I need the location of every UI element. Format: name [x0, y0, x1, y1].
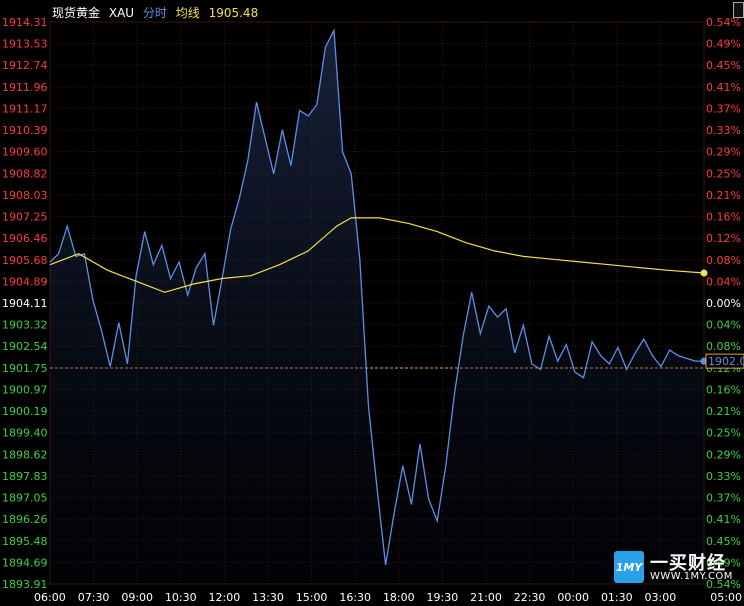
- left-tick-label: 1898.62: [2, 448, 48, 461]
- x-tick-label: 13:30: [252, 591, 284, 604]
- right-tick-label: 0.33%: [706, 470, 741, 483]
- left-tick-label: 1899.40: [2, 427, 48, 440]
- x-tick-label: 09:00: [121, 591, 153, 604]
- x-tick-label: 03:00: [645, 591, 677, 604]
- right-tick-label: 0.08%: [706, 254, 741, 267]
- left-tick-label: 1914.31: [2, 16, 48, 29]
- right-tick-label: 0.29%: [706, 448, 741, 461]
- avg-label: 均线: [175, 6, 200, 20]
- right-tick-label: 0.21%: [706, 189, 741, 202]
- right-tick-label: 0.49%: [706, 38, 741, 51]
- left-tick-label: 1906.46: [2, 232, 48, 245]
- left-tick-label: 1895.48: [2, 535, 48, 548]
- x-tick-label: 10:30: [165, 591, 197, 604]
- left-tick-label: 1908.82: [2, 167, 48, 180]
- right-tick-label: 0.04%: [706, 319, 741, 332]
- logo-url-text: WWW.1MY.COM: [650, 571, 733, 582]
- x-tick-label: 12:00: [209, 591, 241, 604]
- right-tick-label: 0.33%: [706, 124, 741, 137]
- last-price-tag: 1902.0: [708, 355, 744, 368]
- left-tick-label: 1902.54: [2, 340, 48, 353]
- left-tick-label: 1913.53: [2, 38, 48, 51]
- left-tick-label: 1900.97: [2, 383, 48, 396]
- left-tick-label: 1901.75: [2, 362, 48, 375]
- right-tick-label: 0.21%: [706, 405, 741, 418]
- right-tick-label: 0.37%: [706, 492, 741, 505]
- right-tick-label: 0.25%: [706, 427, 741, 440]
- chart-header: 现货黄金 XAU 分时 均线 1905.48: [52, 4, 263, 21]
- right-tick-label: 0.08%: [706, 340, 741, 353]
- x-tick-label: 00:00: [557, 591, 589, 604]
- x-tick-label: 06:00: [34, 591, 66, 604]
- left-tick-label: 1903.32: [2, 319, 48, 332]
- left-tick-label: 1904.11: [2, 297, 48, 310]
- left-tick-label: 1910.39: [2, 124, 48, 137]
- right-tick-label: 0.16%: [706, 383, 741, 396]
- left-tick-label: 1897.05: [2, 492, 48, 505]
- right-tick-label: 0.45%: [706, 59, 741, 72]
- left-tick-label: 1911.17: [2, 102, 48, 115]
- x-tick-label: 01:30: [601, 591, 633, 604]
- left-tick-label: 1893.91: [2, 578, 48, 591]
- left-tick-label: 1896.26: [2, 513, 48, 526]
- mode-label[interactable]: 分时: [143, 6, 167, 20]
- left-tick-label: 1894.69: [2, 556, 48, 569]
- left-tick-label: 1905.68: [2, 254, 48, 267]
- right-tick-label: 0.12%: [706, 232, 741, 245]
- x-tick-label: 22:30: [514, 591, 546, 604]
- price-area-fill: [50, 30, 704, 584]
- watermark-logo: 1MY 一买财经 WWW.1MY.COM: [614, 551, 744, 585]
- left-tick-label: 1904.89: [2, 275, 48, 288]
- x-tick-label: 19:30: [427, 591, 459, 604]
- right-tick-label: 0.16%: [706, 211, 741, 224]
- x-tick-label: 21:00: [470, 591, 502, 604]
- right-tick-label: 0.45%: [706, 535, 741, 548]
- right-percent-axis: 0.54%0.49%0.45%0.41%0.37%0.33%0.29%0.25%…: [706, 16, 741, 591]
- right-tick-label: 0.29%: [706, 146, 741, 159]
- left-tick-label: 1909.60: [2, 146, 48, 159]
- left-price-axis: 1914.31 1913.53 1912.74 1911.96 1911.17 1910.…: [2, 16, 48, 591]
- right-tick-label: 0.04%: [706, 275, 741, 288]
- avg-value: 1905.48: [208, 6, 259, 20]
- left-tick-label: 1912.74: [2, 59, 48, 72]
- left-tick-label: 1911.96: [2, 81, 48, 94]
- logo-icon: 1MY: [614, 551, 644, 583]
- x-tick-label: 05:00: [710, 591, 742, 604]
- right-tick-label: 0.41%: [706, 81, 741, 94]
- left-tick-label: 1900.19: [2, 405, 48, 418]
- corner-toggle-button[interactable]: [733, 2, 744, 18]
- right-tick-label: 0.00%: [706, 297, 741, 310]
- intraday-chart[interactable]: 1914.31 1913.53 1912.74 1911.96 1911.17 1910.…: [0, 0, 744, 606]
- average-end-dot: [700, 269, 708, 277]
- instrument-code: XAU: [108, 6, 135, 20]
- instrument-name: 现货黄金: [52, 6, 101, 20]
- right-tick-label: 0.41%: [706, 513, 741, 526]
- left-tick-label: 1908.03: [2, 189, 48, 202]
- x-tick-label: 16:30: [339, 591, 371, 604]
- x-tick-label: 18:00: [383, 591, 415, 604]
- x-tick-label: 07:30: [78, 591, 110, 604]
- time-axis: 06:00 07:30 09:00 10:30 12:00 13:30 15:00 16:30…: [34, 591, 742, 604]
- right-tick-label: 0.25%: [706, 167, 741, 180]
- left-tick-label: 1897.83: [2, 470, 48, 483]
- series-layer: 1902.0: [49, 28, 744, 584]
- left-tick-label: 1907.25: [2, 211, 48, 224]
- x-tick-label: 15:00: [296, 591, 328, 604]
- right-tick-label: 0.37%: [706, 102, 741, 115]
